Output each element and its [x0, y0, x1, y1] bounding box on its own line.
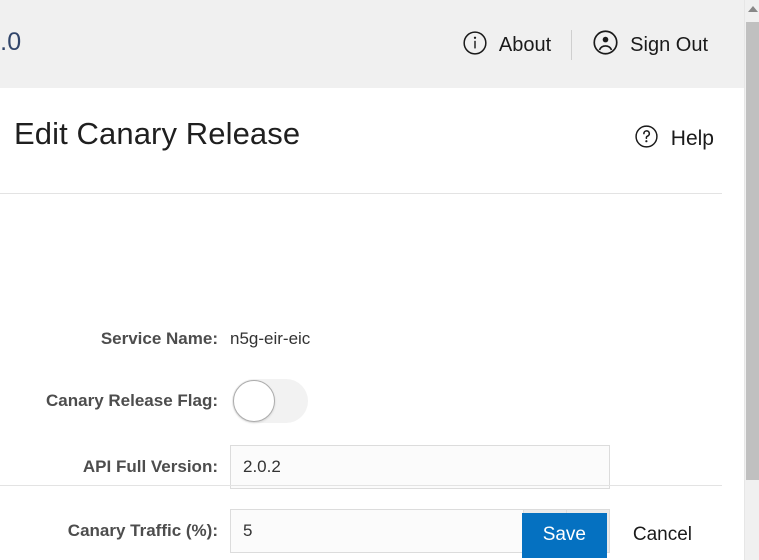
api-full-version-row: API Full Version:	[0, 445, 722, 489]
about-label: About	[498, 33, 552, 56]
footer-divider	[0, 485, 722, 486]
app-bar-actions: About Sign Out	[462, 28, 708, 62]
triangle-up-icon	[747, 5, 758, 12]
page-title: Edit Canary Release	[14, 116, 301, 151]
scrollbar-up-button[interactable]	[745, 0, 759, 17]
save-button[interactable]: Save	[521, 512, 607, 558]
app-version-brand: 2.0	[0, 28, 22, 56]
service-name-label: Service Name:	[100, 329, 218, 348]
about-link[interactable]: About	[462, 30, 551, 61]
help-label: Help	[670, 127, 714, 150]
sign-out-link[interactable]: Sign Out	[592, 29, 708, 61]
canary-release-flag-row: Canary Release Flag:	[0, 378, 722, 424]
help-link[interactable]: Help	[634, 124, 714, 154]
page-header: Edit Canary Release Help	[0, 88, 744, 193]
info-circle-icon	[462, 30, 488, 61]
application-window: 2.0 About	[0, 0, 759, 560]
scrollbar-thumb[interactable]	[746, 22, 759, 480]
canary-release-flag-label: Canary Release Flag:	[46, 391, 218, 410]
help-circle-icon	[634, 124, 659, 154]
title-divider	[0, 193, 722, 194]
canary-release-flag-toggle[interactable]	[232, 379, 308, 423]
service-name-value: n5g-eir-eic	[230, 329, 311, 348]
api-full-version-input[interactable]	[230, 445, 610, 489]
toggle-knob	[233, 380, 275, 422]
edit-canary-release-page: Edit Canary Release Help Service Name: n…	[0, 88, 744, 558]
page-viewport: 2.0 About	[0, 0, 744, 560]
app-bar-divider	[571, 30, 573, 60]
sign-out-label: Sign Out	[630, 33, 708, 56]
api-full-version-label: API Full Version:	[82, 457, 218, 476]
vertical-scrollbar[interactable]	[744, 0, 759, 560]
top-app-bar: 2.0 About	[0, 0, 744, 88]
form-footer: Save Cancel	[0, 500, 722, 560]
cancel-button[interactable]: Cancel	[633, 524, 692, 546]
service-name-row: Service Name: n5g-eir-eic	[0, 325, 722, 353]
account-circle-icon	[592, 29, 619, 61]
